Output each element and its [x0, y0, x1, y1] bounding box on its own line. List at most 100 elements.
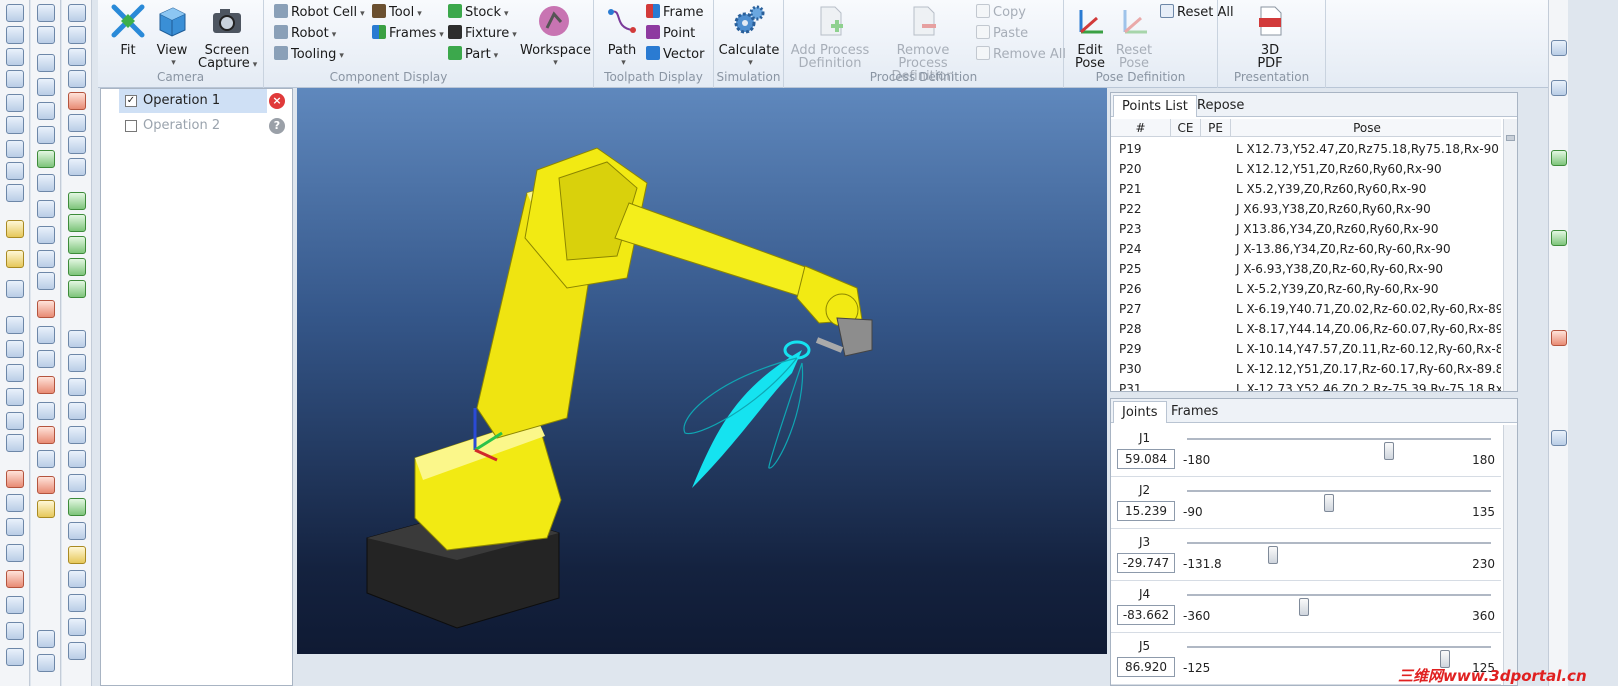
tool-icon[interactable] [36, 450, 55, 468]
tool-icon[interactable] [67, 330, 86, 348]
tool-icon[interactable] [5, 48, 24, 66]
tool-icon[interactable] [1551, 80, 1567, 96]
joint-slider-track[interactable] [1187, 646, 1491, 668]
joint-slider-thumb[interactable] [1383, 442, 1394, 460]
joint-value-input[interactable]: -83.662 [1117, 605, 1175, 625]
tool-icon[interactable] [36, 376, 55, 394]
tool-icon[interactable] [67, 92, 86, 110]
tool-icon[interactable] [67, 450, 86, 468]
tool-icon[interactable] [67, 618, 86, 636]
joint-slider-track[interactable] [1187, 542, 1491, 564]
add-process-definition-button[interactable]: Add Process Definition [788, 4, 872, 70]
tool-icon[interactable] [36, 476, 55, 494]
table-row[interactable]: P29 L X-10.14,Y47.57,Z0.11,Rz-60.12,Ry-60… [1111, 339, 1501, 359]
tool-icon[interactable] [5, 162, 24, 180]
joint-slider-thumb[interactable] [1324, 494, 1335, 512]
tool-icon[interactable] [36, 300, 55, 318]
tool-icon[interactable] [36, 200, 55, 218]
joint-value-input[interactable]: -29.747 [1117, 553, 1175, 573]
tool-icon[interactable] [67, 426, 86, 444]
paste-button[interactable]: Paste [976, 24, 1028, 44]
joint-slider-track[interactable] [1187, 438, 1491, 460]
tool-icon[interactable] [5, 518, 24, 536]
operation-checkbox[interactable] [125, 120, 137, 132]
tool-icon[interactable] [67, 522, 86, 540]
vector-button[interactable]: Vector [646, 45, 704, 65]
tool-icon[interactable] [67, 474, 86, 492]
joint-slider-track[interactable] [1187, 594, 1491, 616]
tool-icon[interactable] [67, 642, 86, 660]
tab-repose[interactable]: Repose [1189, 95, 1252, 117]
screen-capture-button[interactable]: Screen Capture ▾ [198, 4, 257, 72]
joint-slider-track[interactable] [1187, 490, 1491, 512]
tool-icon[interactable] [5, 494, 24, 512]
tool-icon[interactable] [5, 648, 24, 666]
tool-icon[interactable] [5, 412, 24, 430]
tool-icon[interactable] [36, 102, 55, 120]
table-row[interactable]: P20 L X12.12,Y51,Z0,Rz60,Ry60,Rx-90 [1111, 159, 1485, 179]
tool-icon[interactable] [1551, 230, 1567, 246]
tool-icon[interactable] [67, 192, 86, 210]
fixture-button[interactable]: Fixture ▾ [448, 24, 517, 44]
tool-icon[interactable] [36, 150, 55, 168]
tooling-button[interactable]: Tooling ▾ [274, 45, 344, 65]
tool-icon[interactable] [1551, 40, 1567, 56]
robot-button[interactable]: Robot ▾ [274, 24, 336, 44]
tool-icon[interactable] [5, 316, 24, 334]
tool-icon[interactable] [5, 470, 24, 488]
tool-icon[interactable] [67, 498, 86, 516]
pencil-icon[interactable] [5, 220, 24, 238]
table-row[interactable]: P25 J X-6.93,Y38,Z0,Rz-60,Ry-60,Rx-90 [1111, 259, 1485, 279]
tool-icon[interactable] [5, 596, 24, 614]
part-button[interactable]: Part ▾ [448, 45, 498, 65]
joint-value-input[interactable]: 15.239 [1117, 501, 1175, 521]
tool-icon[interactable] [36, 250, 55, 268]
tool-icon[interactable] [5, 622, 24, 640]
tool-icon[interactable] [36, 402, 55, 420]
operation-checkbox[interactable]: ✓ [125, 95, 137, 107]
robot-cell-button[interactable]: Robot Cell ▾ [274, 3, 365, 23]
tool-icon[interactable] [5, 280, 24, 298]
tool-icon[interactable] [67, 570, 86, 588]
joint-slider-thumb[interactable] [1267, 546, 1278, 564]
table-row[interactable]: P28 L X-8.17,Y44.14,Z0.06,Rz-60.07,Ry-60,… [1111, 319, 1501, 339]
tool-icon[interactable] [67, 26, 86, 44]
tool-icon[interactable] [36, 226, 55, 244]
tool-icon[interactable] [1551, 430, 1567, 446]
table-row[interactable]: P31 L X-12.73,Y52.46,Z0.2,Rz-75.39,Ry-75.… [1111, 379, 1501, 391]
tool-icon[interactable] [36, 78, 55, 96]
column-header[interactable]: PE [1201, 119, 1231, 137]
tool-icon[interactable] [36, 326, 55, 344]
table-row[interactable]: P23 J X13.86,Y34,Z0,Rz60,Ry60,Rx-90 [1111, 219, 1485, 239]
calculate-button[interactable]: Calculate ▾ [718, 4, 780, 70]
tool-icon[interactable] [5, 26, 24, 44]
operation-item[interactable]: Operation 2 ? [119, 114, 285, 138]
tool-icon[interactable] [67, 546, 86, 564]
tool-icon[interactable] [5, 364, 24, 382]
tool-icon[interactable] [36, 26, 55, 44]
tool-icon[interactable] [1551, 150, 1567, 166]
stock-button[interactable]: Stock ▾ [448, 3, 509, 23]
tool-button[interactable]: Tool ▾ [372, 3, 422, 23]
pencil-icon[interactable] [5, 250, 24, 268]
path-button[interactable]: Path ▾ [602, 4, 642, 70]
tool-icon[interactable] [5, 94, 24, 112]
tool-icon[interactable] [36, 350, 55, 368]
tool-icon[interactable] [67, 402, 86, 420]
tool-icon[interactable] [36, 272, 55, 290]
tool-icon[interactable] [67, 258, 86, 276]
table-row[interactable]: P19 L X12.73,Y52.47,Z0,Rz75.18,Ry75.18,Rx… [1111, 139, 1499, 159]
tool-icon[interactable] [36, 126, 55, 144]
tool-icon[interactable] [36, 426, 55, 444]
tab-joints[interactable]: Joints [1113, 401, 1167, 423]
edit-pose-button[interactable]: Edit Pose [1070, 4, 1110, 70]
tool-icon[interactable] [67, 48, 86, 66]
frames-button[interactable]: Frames ▾ [372, 24, 444, 44]
frame-button[interactable]: Frame [646, 3, 704, 23]
tool-icon[interactable] [67, 236, 86, 254]
tool-icon[interactable] [5, 4, 24, 22]
tool-icon[interactable] [36, 500, 55, 518]
column-header[interactable]: Pose [1231, 119, 1503, 137]
tool-icon[interactable] [5, 340, 24, 358]
tool-icon[interactable] [67, 4, 86, 22]
